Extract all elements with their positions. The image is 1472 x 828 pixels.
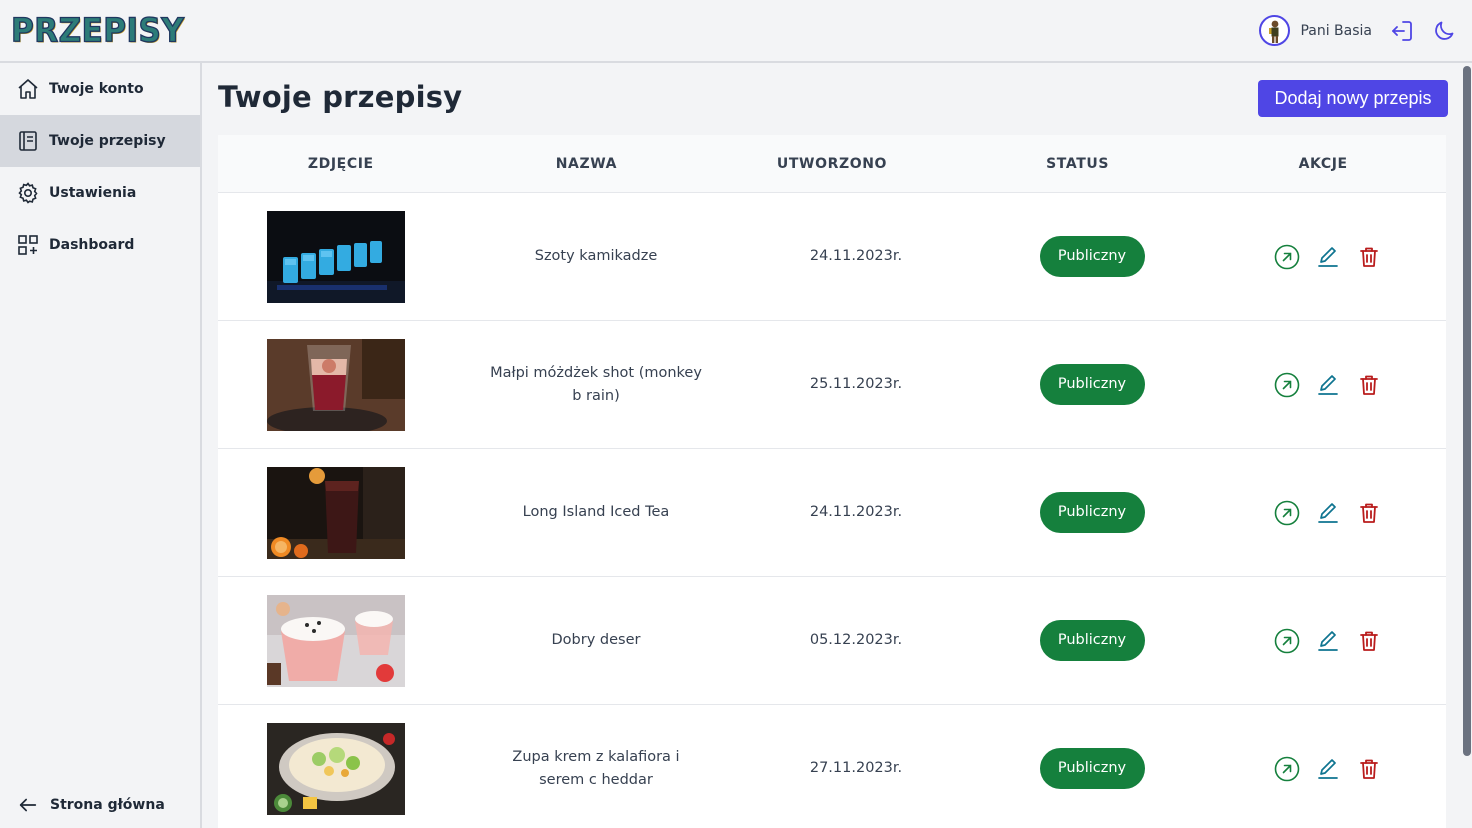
home-icon — [18, 79, 38, 99]
open-icon[interactable] — [1274, 628, 1300, 654]
sidebar-item-label: Twoje konto — [49, 81, 144, 97]
delete-icon[interactable] — [1356, 372, 1382, 398]
sidebar-item-recipes[interactable]: Twoje przepisy — [0, 115, 200, 167]
sidebar: Twoje konto Twoje przepisy Ustawienia Da… — [0, 63, 202, 828]
add-recipe-button[interactable]: Dodaj nowy przepis — [1258, 80, 1448, 117]
avatar[interactable] — [1259, 15, 1291, 46]
status-badge: Publiczny — [1039, 236, 1145, 277]
status-badge: Publiczny — [1039, 364, 1145, 405]
row-actions — [1274, 628, 1382, 654]
sidebar-item-label: Twoje przepisy — [49, 133, 166, 149]
row-actions — [1274, 500, 1382, 526]
delete-icon[interactable] — [1356, 500, 1382, 526]
sidebar-item-dashboard[interactable]: Dashboard — [0, 219, 200, 271]
recipe-photo[interactable] — [267, 466, 405, 559]
recipe-photo[interactable] — [267, 338, 405, 431]
table-header: ZDJĘCIE NAZWA UTWORZONO STATUS AKCJE — [218, 135, 1446, 193]
recipe-name: Long Island Iced Tea — [522, 504, 670, 520]
recipe-photo[interactable] — [267, 210, 405, 303]
recipe-photo[interactable] — [267, 722, 405, 815]
delete-icon[interactable] — [1356, 244, 1382, 270]
recipe-name: Małpi móżdżek shot (monkey b rain) — [490, 364, 702, 404]
logout-icon[interactable] — [1388, 17, 1416, 45]
delete-icon[interactable] — [1356, 756, 1382, 782]
header-actions: Pani Basia — [1259, 15, 1458, 46]
column-header-status: STATUS — [1046, 155, 1110, 172]
column-header-photo: ZDJĘCIE — [307, 155, 374, 172]
status-badge: Publiczny — [1039, 748, 1145, 789]
user-name[interactable]: Pani Basia — [1300, 23, 1372, 39]
column-header-actions: AKCJE — [1298, 155, 1348, 172]
sidebar-item-label: Ustawienia — [49, 185, 137, 201]
table-row: Małpi móżdżek shot (monkey b rain) 25.11… — [218, 321, 1446, 449]
row-actions — [1274, 244, 1382, 270]
column-header-name: NAZWA — [555, 155, 618, 172]
sidebar-item-settings[interactable]: Ustawienia — [0, 167, 200, 219]
status-badge: Publiczny — [1039, 492, 1145, 533]
scrollbar[interactable] — [1463, 66, 1471, 756]
main-content: Twoje przepisy Dodaj nowy przepis ZDJĘCI… — [202, 63, 1462, 828]
recipe-created: 25.11.2023r. — [809, 376, 903, 392]
notebook-icon — [19, 131, 37, 151]
open-icon[interactable] — [1274, 756, 1300, 782]
moon-icon[interactable] — [1430, 17, 1458, 45]
status-badge: Publiczny — [1039, 620, 1145, 661]
edit-icon[interactable] — [1315, 372, 1341, 398]
page-title: Twoje przepisy — [218, 80, 463, 114]
back-label: Strona główna — [50, 797, 165, 813]
recipe-name: Szoty kamikadze — [534, 248, 658, 264]
table-row: Long Island Iced Tea 24.11.2023r. Public… — [218, 449, 1446, 577]
app-logo[interactable]: PRZEPISY — [10, 11, 184, 50]
back-to-home-link[interactable]: Strona główna — [0, 782, 200, 828]
recipe-created: 24.11.2023r. — [809, 248, 903, 264]
user-avatar-icon — [1268, 20, 1279, 43]
edit-icon[interactable] — [1315, 244, 1341, 270]
open-icon[interactable] — [1274, 372, 1300, 398]
edit-icon[interactable] — [1315, 500, 1341, 526]
row-actions — [1274, 372, 1382, 398]
sidebar-item-label: Dashboard — [49, 237, 135, 253]
column-header-created: UTWORZONO — [776, 155, 888, 172]
open-icon[interactable] — [1274, 500, 1300, 526]
top-bar: PRZEPISY Pani Basia — [0, 0, 1472, 63]
recipe-name: Dobry deser — [551, 632, 641, 648]
recipe-created: 05.12.2023r. — [809, 632, 903, 648]
dashboard-icon — [18, 235, 38, 255]
gear-icon — [18, 182, 38, 204]
recipe-created: 27.11.2023r. — [809, 760, 903, 776]
row-actions — [1274, 756, 1382, 782]
table-row: Dobry deser 05.12.2023r. Publiczny — [218, 577, 1446, 705]
recipes-table: ZDJĘCIE NAZWA UTWORZONO STATUS AKCJE Szo… — [218, 135, 1446, 828]
table-row: Szoty kamikadze 24.11.2023r. Publiczny — [218, 193, 1446, 321]
sidebar-item-account[interactable]: Twoje konto — [0, 63, 200, 115]
edit-icon[interactable] — [1315, 628, 1341, 654]
recipe-name: Zupa krem z kalafiora i serem c heddar — [512, 748, 680, 788]
open-icon[interactable] — [1274, 244, 1300, 270]
arrow-left-icon — [19, 798, 37, 812]
delete-icon[interactable] — [1356, 628, 1382, 654]
edit-icon[interactable] — [1315, 756, 1341, 782]
table-row: Zupa krem z kalafiora i serem c heddar 2… — [218, 705, 1446, 828]
recipe-created: 24.11.2023r. — [809, 504, 903, 520]
recipe-photo[interactable] — [267, 594, 405, 687]
